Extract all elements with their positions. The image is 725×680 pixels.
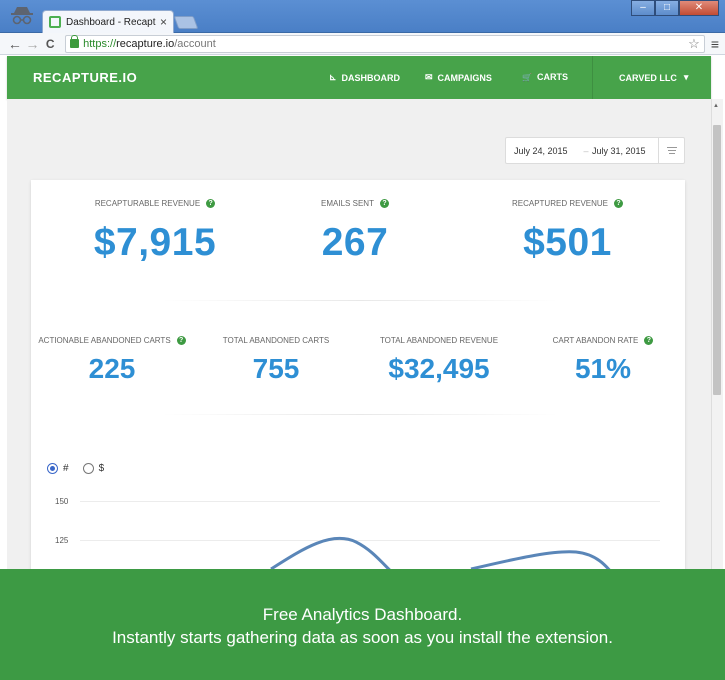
metric-emails-sent: EMAILS SENT? 267	[245, 199, 465, 265]
tab-close-icon[interactable]: ×	[160, 15, 167, 29]
incognito-icon	[11, 7, 33, 25]
forward-icon[interactable]: →	[24, 36, 42, 52]
filter-lines-icon[interactable]	[658, 138, 684, 163]
chart-mode-toggle: # $	[47, 463, 118, 474]
scrollbar-thumb[interactable]	[713, 125, 721, 395]
help-icon[interactable]: ?	[176, 336, 186, 345]
metric-value: 755	[252, 353, 300, 384]
date-start[interactable]: July 24, 2015	[506, 146, 580, 156]
section-divider	[160, 414, 560, 415]
metric-value: 267	[321, 221, 389, 264]
metric-label: ACTIONABLE ABANDONED CARTS	[38, 336, 171, 345]
metric-value: $32,495	[388, 353, 490, 384]
banner-headline: Free Analytics Dashboard.	[262, 605, 463, 624]
metric-value: 225	[88, 353, 136, 384]
metric-recaptured-revenue: RECAPTURED REVENUE? $501	[455, 199, 680, 265]
metric-actionable-abandoned-carts: ACTIONABLE ABANDONED CARTS? 225	[32, 336, 192, 385]
browser-toolbar: ← → C https:// recapture.io /account ☆ ≡	[0, 33, 725, 55]
help-icon[interactable]: ?	[379, 199, 389, 208]
chevron-down-icon: ▾	[683, 72, 689, 82]
help-icon[interactable]: ?	[644, 336, 654, 345]
bookmark-star-icon[interactable]: ☆	[688, 36, 700, 52]
back-icon[interactable]: ←	[6, 36, 24, 52]
lock-icon	[70, 35, 80, 48]
nav-dashboard[interactable]: ⊾ DASHBOARD	[329, 72, 400, 83]
metric-total-abandoned-revenue: TOTAL ABANDONED REVENUE $32,495	[360, 336, 518, 385]
account-dropdown[interactable]: CARVED LLC ▾	[619, 72, 688, 83]
new-tab-button[interactable]	[173, 16, 199, 29]
nav-carts-label: CARTS	[536, 72, 568, 82]
url-scheme: https://	[83, 37, 117, 50]
app-header: RECAPTURE.IO ⊾ DASHBOARD ✉ CAMPAIGNS 🛒 C…	[7, 56, 711, 99]
reload-icon[interactable]: C	[41, 37, 59, 51]
tab-title: Dashboard - Recapture.io	[66, 16, 156, 28]
header-divider	[592, 56, 593, 99]
radio-count-label: #	[63, 463, 69, 474]
help-icon[interactable]: ?	[206, 199, 216, 208]
address-bar[interactable]: https:// recapture.io /account ☆	[65, 34, 705, 53]
nav-campaigns[interactable]: ✉ CAMPAIGNS	[425, 72, 492, 83]
banner-subtext: Instantly starts gathering data as soon …	[112, 628, 613, 647]
promo-banner: Free Analytics Dashboard. Instantly star…	[0, 569, 725, 680]
metric-label: RECAPTURED REVENUE	[511, 199, 608, 208]
y-tick-label: 150	[55, 497, 69, 506]
metric-label: CART ABANDON RATE	[552, 336, 639, 345]
metric-total-abandoned-carts: TOTAL ABANDONED CARTS 755	[198, 336, 354, 385]
app-logo[interactable]: RECAPTURE.IO	[33, 70, 137, 85]
chart-series-line	[470, 550, 611, 569]
section-divider	[160, 300, 560, 301]
grid-line	[80, 501, 660, 502]
account-name: CARVED LLC	[619, 72, 677, 83]
metric-label: RECAPTURABLE REVENUE	[94, 199, 201, 208]
date-end[interactable]: July 31, 2015	[592, 146, 658, 156]
metric-value: $7,915	[93, 221, 217, 264]
metric-value: $501	[523, 221, 612, 264]
cart-icon: 🛒	[522, 72, 532, 82]
radio-revenue[interactable]	[82, 463, 94, 474]
chart-series-line	[270, 536, 391, 569]
maximize-button[interactable]: □	[655, 0, 679, 16]
close-window-button[interactable]: ✕	[679, 0, 719, 16]
envelope-icon: ✉	[425, 72, 433, 82]
metric-label: TOTAL ABANDONED CARTS	[222, 336, 330, 345]
browser-tab[interactable]: Dashboard - Recapture.io ×	[42, 10, 174, 33]
chart-icon: ⊾	[329, 72, 337, 82]
nav-campaigns-label: CAMPAIGNS	[437, 72, 492, 83]
radio-count[interactable]	[47, 463, 58, 474]
help-icon[interactable]: ?	[614, 199, 623, 208]
favicon-icon	[49, 16, 61, 28]
browser-titlebar: Dashboard - Recapture.io × – □ ✕	[0, 0, 725, 33]
metric-label: EMAILS SENT	[321, 199, 374, 208]
url-host: recapture.io	[116, 37, 175, 50]
metric-recapturable-revenue: RECAPTURABLE REVENUE? $7,915	[40, 199, 270, 265]
url-path: /account	[174, 37, 216, 50]
minimize-button[interactable]: –	[631, 0, 655, 16]
radio-revenue-label: $	[98, 463, 105, 474]
chart-plot	[270, 536, 611, 569]
nav-dashboard-label: DASHBOARD	[341, 72, 401, 83]
browser-menu-icon[interactable]: ≡	[711, 36, 719, 52]
date-separator: –	[583, 145, 589, 156]
metric-label: TOTAL ABANDONED REVENUE	[379, 336, 499, 345]
metric-value: 51%	[574, 353, 632, 384]
metric-cart-abandon-rate: CART ABANDON RATE? 51%	[528, 336, 678, 385]
nav-carts[interactable]: 🛒 CARTS	[522, 72, 568, 82]
date-range-picker[interactable]: July 24, 2015 – July 31, 2015	[505, 137, 685, 164]
scroll-up-icon[interactable]: ▲	[713, 103, 719, 109]
